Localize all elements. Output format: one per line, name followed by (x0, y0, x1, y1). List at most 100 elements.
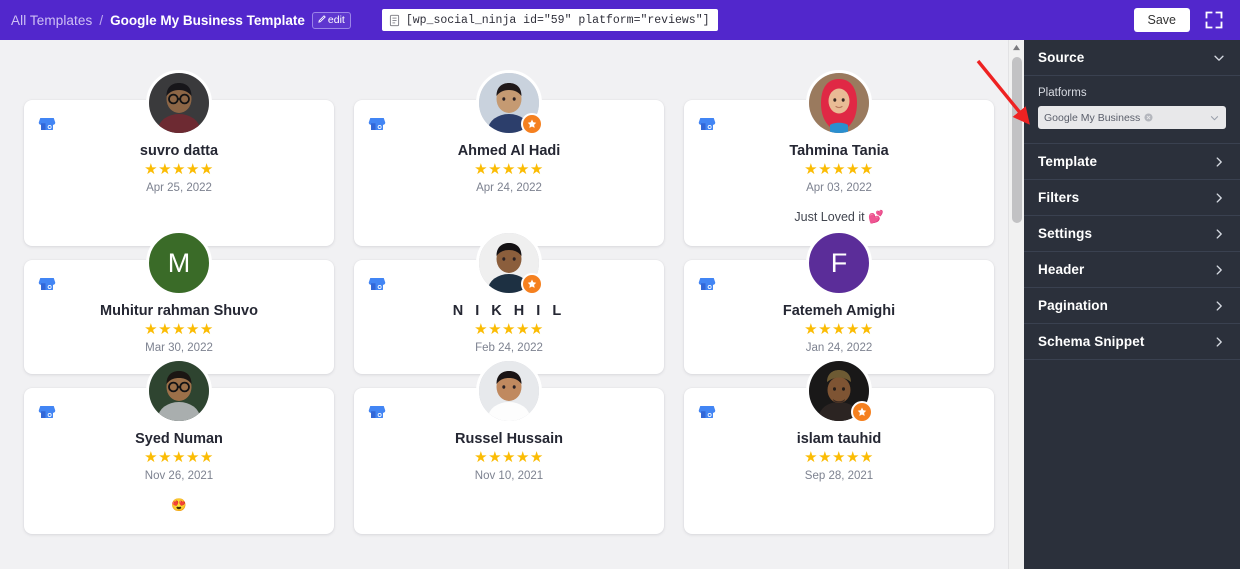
preview-scrollbar[interactable] (1008, 40, 1024, 569)
review-card: suvro datta ★★★★★ Apr 25, 2022 (24, 70, 334, 246)
google-my-business-icon (698, 275, 716, 293)
review-card: M Muhitur rahman Shuvo ★★★★★ Mar 30, 2022 (24, 230, 334, 374)
avatar-image: F (806, 230, 872, 296)
rating-stars: ★★★★★ (144, 449, 214, 466)
sidebar-section-pagination[interactable]: Pagination (1024, 288, 1240, 324)
chevron-down-icon (1214, 55, 1224, 61)
avatar-image (476, 358, 542, 424)
avatar-image (146, 358, 212, 424)
rating-stars: ★★★★★ (474, 449, 544, 466)
avatar: M (146, 230, 212, 296)
reviewer-name: Fatemeh Amighi (782, 303, 896, 319)
chevron-down-icon (1210, 115, 1219, 120)
review-text: 😍 (171, 498, 187, 512)
reviewer-name: suvro datta (139, 143, 219, 159)
review-card: islam tauhid ★★★★★ Sep 28, 2021 (684, 358, 994, 534)
reviewer-name: N I K H I L (452, 303, 566, 319)
review-card: Syed Numan ★★★★★ Nov 26, 2021 😍 (24, 358, 334, 534)
review-date: Nov 10, 2021 (474, 470, 544, 482)
reviewer-name: Ahmed Al Hadi (457, 143, 561, 159)
save-button[interactable]: Save (1133, 8, 1190, 32)
rating-stars: ★★★★★ (804, 161, 874, 178)
review-card: Russel Hussain ★★★★★ Nov 10, 2021 (354, 358, 664, 534)
breadcrumb-all-templates[interactable]: All Templates (11, 13, 92, 28)
avatar (806, 70, 872, 136)
platform-tag: Google My Business (1044, 112, 1153, 124)
avatar-image (806, 70, 872, 136)
avatar (806, 358, 873, 424)
pencil-icon (318, 15, 326, 23)
google-my-business-icon (698, 403, 716, 421)
review-date: Apr 03, 2022 (806, 182, 872, 194)
reviewer-name: Russel Hussain (455, 431, 563, 447)
breadcrumb-current-template: Google My Business Template (110, 12, 305, 28)
template-preview-canvas: suvro datta ★★★★★ Apr 25, 2022 Ahmed Al Had… (0, 40, 1008, 569)
sidebar-section-filters[interactable]: Filters (1024, 180, 1240, 216)
avatar: F (806, 230, 872, 296)
scroll-thumb[interactable] (1012, 57, 1022, 223)
review-date: Jan 24, 2022 (805, 342, 873, 354)
reviewer-name: Tahmina Tania (789, 143, 889, 159)
chevron-right-icon (1216, 156, 1222, 167)
scroll-up-arrow-icon[interactable] (1009, 40, 1024, 54)
review-text: Just Loved it 💕 (794, 210, 884, 224)
avatar (476, 358, 542, 424)
sidebar-section-label: Schema Snippet (1038, 334, 1145, 349)
review-date: Feb 24, 2022 (475, 342, 543, 354)
sidebar-section-label: Pagination (1038, 298, 1109, 313)
chevron-right-icon (1216, 264, 1222, 275)
avatar-image (146, 70, 212, 136)
local-guide-badge-icon (521, 273, 543, 295)
rating-stars: ★★★★★ (144, 321, 214, 338)
review-date: Nov 26, 2021 (144, 470, 214, 482)
sidebar-section-header[interactable]: Header (1024, 252, 1240, 288)
sidebar-section-source-label: Source (1038, 50, 1085, 65)
edit-template-name-button[interactable]: edit (311, 11, 351, 29)
platform-tag-label: Google My Business (1044, 111, 1141, 124)
review-card: Tahmina Tania ★★★★★ Apr 03, 2022 Just Loved… (684, 70, 994, 246)
chevron-right-icon (1216, 300, 1222, 311)
shortcode-text: [wp_social_ninja id="59" platform="revie… (405, 13, 710, 27)
chevron-right-icon (1216, 192, 1222, 203)
review-date: Mar 30, 2022 (145, 342, 213, 354)
reviews-grid: suvro datta ★★★★★ Apr 25, 2022 Ahmed Al Had… (0, 40, 1008, 534)
avatar-image: M (146, 230, 212, 296)
sidebar-section-schema-snippet[interactable]: Schema Snippet (1024, 324, 1240, 360)
avatar (476, 230, 543, 296)
rating-stars: ★★★★★ (144, 161, 214, 178)
sidebar-section-label: Settings (1038, 226, 1093, 241)
review-card: N I K H I L ★★★★★ Feb 24, 2022 (354, 230, 664, 374)
platforms-label: Platforms (1038, 87, 1087, 99)
reviewer-name: Muhitur rahman Shuvo (100, 303, 258, 319)
remove-tag-icon[interactable] (1144, 113, 1153, 122)
platforms-select[interactable]: Google My Business (1038, 106, 1226, 129)
rating-stars: ★★★★★ (474, 161, 544, 178)
sidebar-section-settings[interactable]: Settings (1024, 216, 1240, 252)
google-my-business-icon (38, 275, 56, 293)
chevron-right-icon (1216, 228, 1222, 239)
sidebar-section-template[interactable]: Template (1024, 144, 1240, 180)
top-bar: All Templates / Google My Business Templ… (0, 0, 1240, 40)
rating-stars: ★★★★★ (804, 449, 874, 466)
fullscreen-icon[interactable] (1204, 10, 1224, 30)
sidebar-section-label: Filters (1038, 190, 1080, 205)
edit-label: edit (327, 13, 345, 26)
rating-stars: ★★★★★ (804, 321, 874, 338)
review-date: Sep 28, 2021 (804, 470, 874, 482)
review-date: Apr 25, 2022 (146, 182, 212, 194)
google-my-business-icon (368, 403, 386, 421)
avatar (146, 70, 212, 136)
shortcode-field[interactable]: [wp_social_ninja id="59" platform="revie… (381, 9, 718, 31)
app-root: All Templates / Google My Business Templ… (0, 0, 1240, 569)
google-my-business-icon (698, 115, 716, 133)
rating-stars: ★★★★★ (474, 321, 544, 338)
sidebar-section-source[interactable]: Source (1024, 40, 1240, 76)
review-card: Ahmed Al Hadi ★★★★★ Apr 24, 2022 (354, 70, 664, 246)
reviewer-name: Syed Numan (135, 431, 223, 447)
google-my-business-icon (368, 275, 386, 293)
local-guide-badge-icon (521, 113, 543, 135)
reviewer-name: islam tauhid (796, 431, 882, 447)
google-my-business-icon (38, 403, 56, 421)
sidebar-section-label: Header (1038, 262, 1085, 277)
avatar (146, 358, 212, 424)
